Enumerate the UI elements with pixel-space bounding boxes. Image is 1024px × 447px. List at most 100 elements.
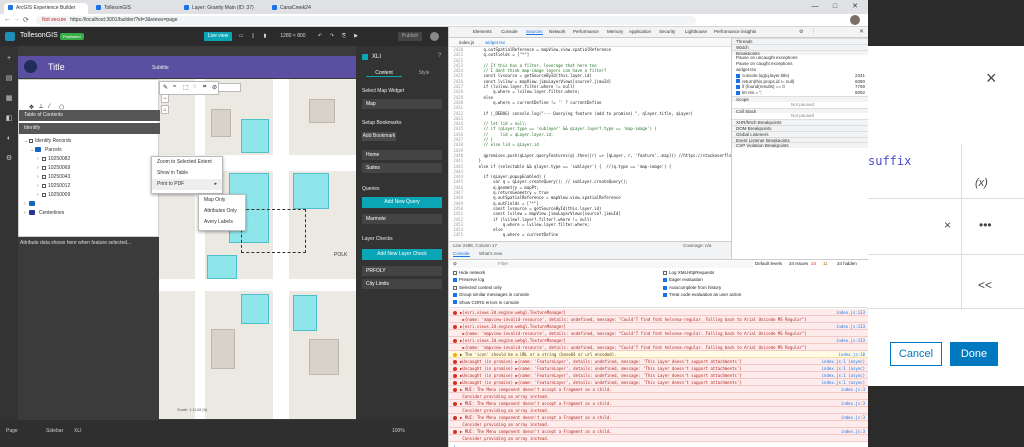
console-option[interactable]: Treat code evaluation as user action — [663, 292, 741, 297]
user-avatar[interactable] — [430, 32, 439, 41]
console-message[interactable]: ▶ MUI: The Menu component doesn't accept… — [449, 386, 868, 393]
line-number[interactable]: 2455 — [449, 232, 469, 237]
console-option[interactable]: Preserve log — [453, 277, 484, 282]
browser-tab-3[interactable]: Layer: Granity Main (ID: 37) — [180, 3, 264, 14]
add-bookmark-button[interactable]: Add Bookmark — [362, 132, 396, 141]
clear-icon[interactable]: × — [944, 218, 951, 232]
message-source-link[interactable]: index.js:1 (async) — [822, 358, 865, 364]
more-icon[interactable]: ••• — [979, 218, 992, 232]
console-message[interactable]: ▶[esri.views.3d.engine.webgl.TextureMana… — [449, 337, 868, 344]
csp-breakpoints-section[interactable]: CSP Violation Breakpoints — [732, 142, 868, 149]
clear-tool-icon[interactable]: ⊘ — [212, 84, 217, 91]
pages-icon[interactable]: ▤ — [4, 74, 14, 84]
checkbox-icon[interactable] — [453, 293, 457, 297]
checkbox-icon[interactable] — [736, 79, 740, 84]
layer-check-item[interactable]: City Limits — [362, 279, 442, 289]
code-editor[interactable]: 2420 q.outSpatialReference = mapView.vie… — [449, 47, 731, 241]
tab-sources[interactable]: Sources — [526, 29, 543, 35]
tab-application[interactable]: Application — [629, 29, 651, 34]
message-source-link[interactable]: index.js:3 — [841, 400, 865, 406]
checkbox-icon[interactable] — [453, 285, 457, 290]
widgets-icon[interactable]: ◧ — [4, 114, 14, 124]
list-item[interactable]: › 10250012 — [37, 183, 70, 189]
menu-item-show-table[interactable]: Show in Table — [152, 168, 222, 179]
resolution-select[interactable]: 1280 × 800 — [276, 32, 310, 41]
tab-content[interactable]: Content — [366, 70, 402, 77]
message-source-link[interactable]: index.js:3 — [841, 428, 865, 434]
query-item[interactable]: Marmote — [362, 214, 442, 224]
measure-tool-icon[interactable]: ⌗ — [203, 84, 206, 91]
checkbox-icon[interactable] — [663, 293, 667, 297]
message-source-link[interactable]: index.js:1 (async) — [822, 365, 865, 371]
forward-icon[interactable]: → — [13, 16, 20, 23]
checkbox-icon[interactable] — [736, 73, 740, 78]
message-source-link[interactable]: index.js:10 — [839, 351, 866, 357]
console-message[interactable]: ▶{name: 'mapview-invalid-resource', deta… — [449, 344, 868, 351]
message-source-link[interactable]: index.js:1 (async) — [822, 379, 865, 385]
add-icon[interactable]: + — [4, 54, 14, 64]
drawer-tab-console[interactable]: Console — [453, 251, 470, 257]
map-view[interactable]: POLK Scale: 1:1128 (ft) Find address or … — [159, 79, 356, 419]
profile-avatar[interactable] — [850, 15, 860, 25]
expression-icon[interactable]: (x) — [975, 177, 988, 189]
file-tab[interactable]: index.js — [459, 40, 474, 45]
checkbox-icon[interactable] — [663, 270, 667, 275]
message-source-link[interactable]: index.js:1 (async) — [822, 372, 865, 378]
tree-layer-centerlines[interactable]: › Centerlines — [24, 210, 64, 216]
phone-icon[interactable]: ▮ — [261, 32, 269, 41]
bookmark-item[interactable]: Suites — [362, 163, 442, 173]
drawer-tab-whats-new[interactable]: What's new — [479, 251, 502, 256]
console-message[interactable]: ▶Uncaught (in promise) ▶{name: 'FeatureL… — [449, 379, 868, 386]
menu-item-avery-labels[interactable]: Avery Labels — [199, 217, 245, 228]
back-icon[interactable]: ← — [4, 16, 11, 23]
preview-icon[interactable]: ▶ — [352, 32, 360, 41]
layer-check-item[interactable]: PRFOLY — [362, 266, 442, 276]
console-option[interactable]: Log XMLHttpRequests — [663, 270, 714, 275]
close-window-icon[interactable]: ✕ — [850, 2, 860, 12]
lasso-tool-icon[interactable]: ◌ — [193, 84, 197, 90]
console-message[interactable]: ▶Uncaught (in promise) ▶{name: 'FeatureL… — [449, 365, 868, 372]
console-message[interactable]: ▶Uncaught (in promise) ▶{name: 'FeatureL… — [449, 372, 868, 379]
help-icon[interactable]: ? — [438, 53, 441, 59]
tab-memory[interactable]: Memory — [607, 29, 623, 34]
zoom-level[interactable]: 100% — [392, 428, 405, 434]
checkbox-icon[interactable] — [453, 300, 457, 305]
reload-icon[interactable]: ⟳ — [23, 16, 29, 24]
tab-style[interactable]: Style — [406, 70, 442, 76]
tab-lighthouse[interactable]: Lighthouse — [685, 29, 707, 34]
map-select[interactable]: Map — [362, 99, 442, 109]
console-option[interactable]: Autocomplete from history — [663, 285, 721, 290]
tab-performance[interactable]: Performance — [573, 29, 599, 34]
footer-page[interactable]: Page — [6, 428, 18, 434]
checkbox-icon[interactable] — [663, 278, 667, 283]
console-message[interactable]: Consider providing an array instead. — [449, 435, 868, 442]
console-filter-input[interactable]: Filter — [498, 261, 508, 266]
minimize-icon[interactable]: — — [810, 2, 820, 12]
console-message[interactable]: ▶{name: 'mapview-invalid-resource', deta… — [449, 330, 868, 337]
console-message[interactable]: ▶{name: 'mapview-invalid-resource', deta… — [449, 316, 868, 323]
list-item[interactable]: › 10250009 — [37, 192, 70, 198]
tab-elements[interactable]: Elements — [473, 29, 492, 34]
list-item[interactable]: › 10250043 — [37, 174, 70, 180]
file-tab[interactable]: widget.tsx — [485, 40, 505, 45]
home-icon[interactable]: ⌂ — [161, 105, 169, 114]
checkbox-icon[interactable] — [736, 85, 740, 90]
console-option[interactable]: Show CORS errors in console — [453, 300, 519, 305]
console-message[interactable]: ▶ MUI: The Menu component doesn't accept… — [449, 400, 868, 407]
message-source-link[interactable]: index.js:3 — [841, 386, 865, 392]
tree-layer-hidden[interactable]: › — [24, 201, 35, 207]
list-item[interactable]: › 10250069 — [37, 165, 70, 171]
breakpoint-item[interactable]: let res = ''; 8052 — [732, 90, 868, 96]
console-message[interactable]: ▶[esri.views.3d.engine.webgl.TextureMana… — [449, 323, 868, 330]
live-view-toggle[interactable]: Live view — [204, 32, 232, 41]
console-message[interactable]: Consider providing an array instead. — [449, 393, 868, 400]
checkbox-icon[interactable] — [736, 90, 740, 95]
menu-item-zoom[interactable]: Zoom to Selected Extent — [152, 157, 222, 168]
zoom-out-icon[interactable]: − — [161, 94, 169, 103]
log-level-select[interactable]: Default levels — [755, 261, 782, 266]
checkbox-icon[interactable] — [453, 278, 457, 283]
browser-tab-2[interactable]: TollesonGIS — [92, 3, 176, 14]
issues-count[interactable]: 34 Issues — [789, 261, 808, 266]
console-message[interactable]: ▶ MUI: The Menu component doesn't accept… — [449, 428, 868, 435]
console-message[interactable]: ▶ MUI: The Menu component doesn't accept… — [449, 414, 868, 421]
